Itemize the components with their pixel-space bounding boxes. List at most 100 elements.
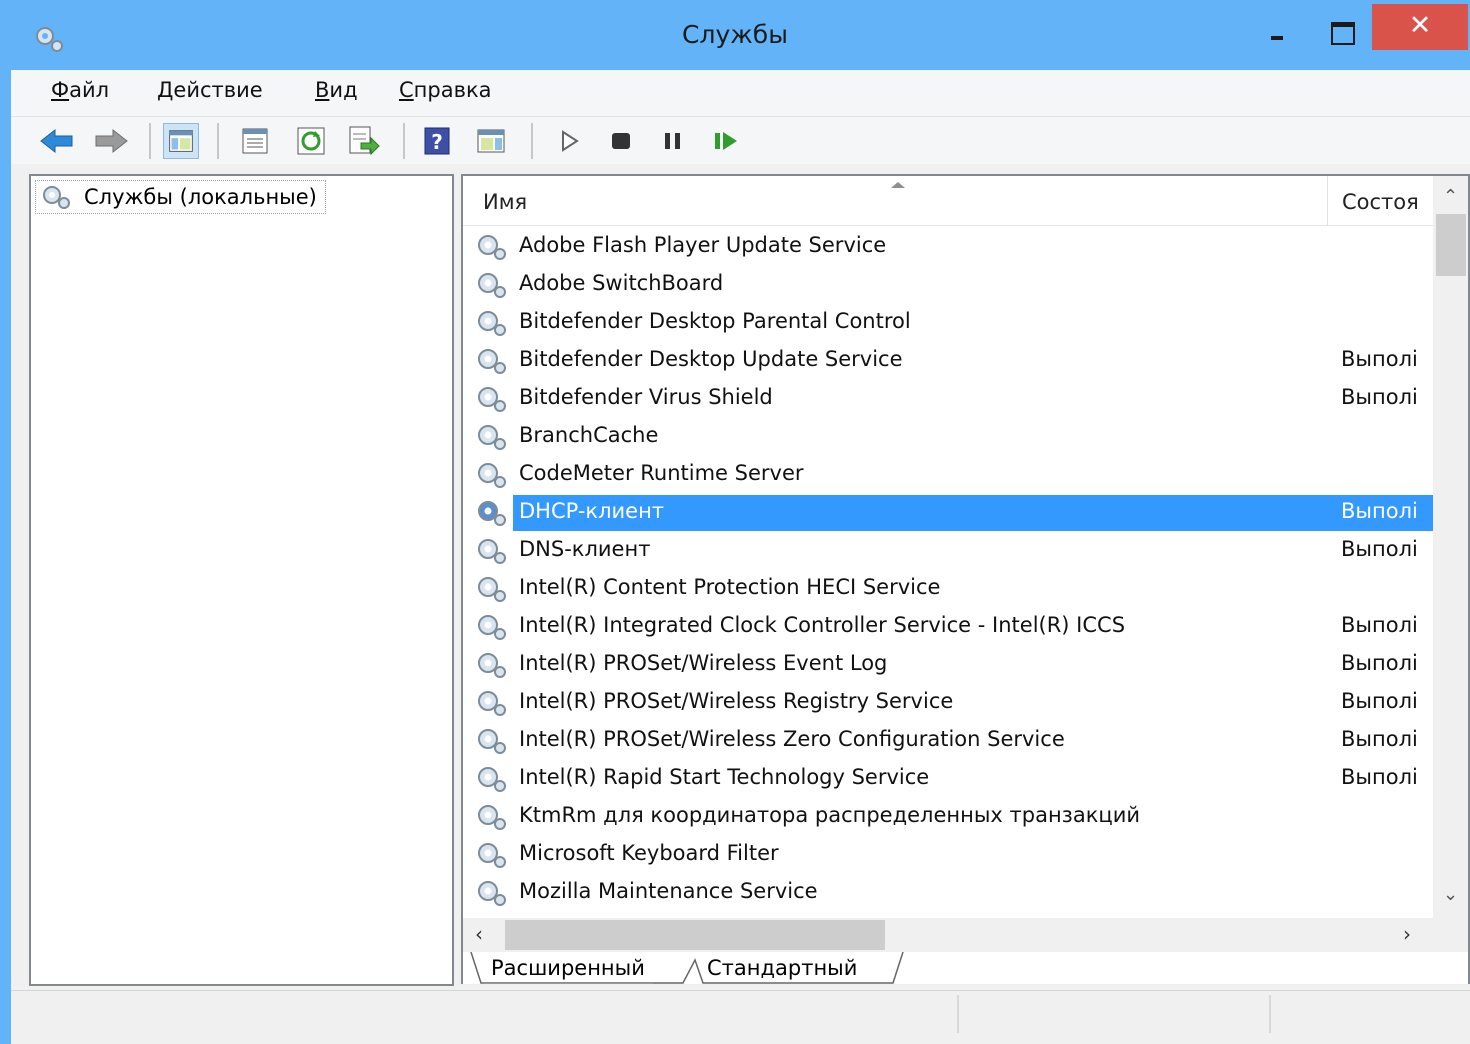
properties-icon[interactable]: [237, 123, 273, 159]
client-area: Файл Действие Вид Справка ? Службы (лока…: [11, 70, 1470, 1044]
column-header-name[interactable]: Имя: [483, 190, 527, 214]
service-row[interactable]: Microsoft Keyboard Filter: [463, 836, 1433, 874]
service-row[interactable]: Adobe Flash Player Update Service: [463, 228, 1433, 266]
service-status: Выполі: [1341, 385, 1418, 409]
stop-service-icon[interactable]: [603, 123, 639, 159]
service-name: Bitdefender Desktop Update Service: [519, 347, 903, 371]
service-status: Выполі: [1341, 537, 1418, 561]
service-name: Intel(R) PROSet/Wireless Zero Configurat…: [519, 727, 1065, 751]
service-row[interactable]: Mozilla Maintenance Service: [463, 874, 1433, 912]
maximize-button[interactable]: [1318, 10, 1368, 48]
close-button[interactable]: ✕: [1372, 4, 1468, 50]
service-name: Mozilla Maintenance Service: [519, 879, 818, 903]
service-name: Intel(R) PROSet/Wireless Registry Servic…: [519, 689, 954, 713]
service-gear-icon: [475, 384, 509, 418]
service-gear-icon: [475, 536, 509, 570]
service-row[interactable]: Intel(R) PROSet/Wireless Event Log Выполі: [463, 646, 1433, 684]
service-row[interactable]: Bitdefender Desktop Parental Control: [463, 304, 1433, 342]
service-row[interactable]: Intel(R) PROSet/Wireless Registry Servic…: [463, 684, 1433, 722]
service-name: Bitdefender Desktop Parental Control: [519, 309, 911, 333]
refresh-icon[interactable]: [293, 123, 329, 159]
service-row[interactable]: KtmRm для координатора распределенных тр…: [463, 798, 1433, 836]
horizontal-scroll-thumb[interactable]: [505, 920, 885, 950]
scroll-down-icon[interactable]: ⌄: [1433, 884, 1468, 905]
service-gear-icon: [475, 612, 509, 646]
export-list-icon[interactable]: [345, 123, 381, 159]
service-gear-icon: [475, 802, 509, 836]
service-status: Выполі: [1341, 613, 1418, 637]
tab-standard[interactable]: Стандартный: [699, 954, 865, 984]
scroll-up-icon[interactable]: ⌃: [1433, 186, 1468, 207]
service-row[interactable]: Intel(R) PROSet/Wireless Zero Configurat…: [463, 722, 1433, 760]
services-list: Adobe Flash Player Update Service Adobe S…: [463, 228, 1433, 918]
svg-text:?: ?: [431, 130, 443, 154]
service-gear-icon: [475, 346, 509, 380]
menu-help[interactable]: Справка: [399, 78, 492, 102]
service-row[interactable]: Intel(R) Rapid Start Technology Service В…: [463, 760, 1433, 798]
service-name: Bitdefender Virus Shield: [519, 385, 773, 409]
title-bar[interactable]: Службы ✕: [0, 0, 1470, 70]
service-gear-icon: [475, 460, 509, 494]
menu-action[interactable]: Действие: [157, 78, 263, 102]
service-gear-icon: [475, 878, 509, 912]
vertical-scrollbar[interactable]: ⌃ ⌄: [1433, 176, 1468, 918]
service-status: Выполі: [1341, 689, 1418, 713]
tree-item-label: Службы (локальные): [84, 185, 317, 209]
console-tree-pane: Службы (локальные): [29, 174, 454, 986]
service-row[interactable]: CodeMeter Runtime Server: [463, 456, 1433, 494]
service-name: KtmRm для координатора распределенных тр…: [519, 803, 1140, 827]
scroll-left-icon[interactable]: ‹: [475, 922, 483, 946]
service-gear-icon: [475, 650, 509, 684]
restart-service-icon[interactable]: [707, 123, 743, 159]
service-name: DHCP-клиент: [519, 499, 665, 523]
close-icon: ✕: [1408, 10, 1432, 41]
toolbar: ?: [11, 116, 1470, 164]
service-gear-icon: [475, 232, 509, 266]
service-name: Intel(R) Rapid Start Technology Service: [519, 765, 930, 789]
service-row[interactable]: Intel(R) Content Protection HECI Service: [463, 570, 1433, 608]
service-gear-icon: [475, 726, 509, 760]
service-row[interactable]: Bitdefender Virus Shield Выполі: [463, 380, 1433, 418]
back-arrow-icon[interactable]: [39, 123, 75, 159]
forward-arrow-icon[interactable]: [93, 123, 129, 159]
service-gear-icon: [475, 422, 509, 456]
pause-service-icon[interactable]: [655, 123, 691, 159]
minimize-button[interactable]: [1258, 10, 1308, 48]
toolbar-separator: [149, 123, 151, 159]
service-status: Выполі: [1341, 727, 1418, 751]
service-name: Adobe SwitchBoard: [519, 271, 724, 295]
menu-view[interactable]: Вид: [315, 78, 358, 102]
start-service-icon[interactable]: [551, 123, 587, 159]
scroll-right-icon[interactable]: ›: [1403, 922, 1411, 946]
service-name: Microsoft Keyboard Filter: [519, 841, 779, 865]
menu-file[interactable]: Файл: [51, 78, 109, 102]
list-header: Имя Состоя: [463, 176, 1433, 226]
vertical-scroll-thumb[interactable]: [1436, 214, 1466, 276]
service-row[interactable]: DHCP-клиент Выполі: [463, 494, 1433, 532]
service-gear-icon: [475, 840, 509, 874]
service-gear-icon: [475, 308, 509, 342]
services-gear-icon: [43, 186, 70, 209]
service-row[interactable]: DNS-клиент Выполі: [463, 532, 1433, 570]
status-bar-divider: [1269, 995, 1271, 1033]
service-name: Intel(R) Content Protection HECI Service: [519, 575, 941, 599]
service-name: Intel(R) Integrated Clock Controller Ser…: [519, 613, 1126, 637]
toolbar-separator: [217, 123, 219, 159]
tree-item-services-local[interactable]: Службы (локальные): [35, 180, 326, 214]
service-name: DNS-клиент: [519, 537, 651, 561]
tab-extended[interactable]: Расширенный: [483, 954, 653, 984]
show-hide-console-tree-icon[interactable]: [163, 123, 199, 159]
service-row[interactable]: Intel(R) Integrated Clock Controller Ser…: [463, 608, 1433, 646]
service-row[interactable]: Adobe SwitchBoard: [463, 266, 1433, 304]
service-row[interactable]: BranchCache: [463, 418, 1433, 456]
services-window: Службы ✕ Файл Действие Вид Справка ? Слу…: [0, 0, 1470, 1044]
service-row[interactable]: Bitdefender Desktop Update Service Выполі: [463, 342, 1433, 380]
show-action-pane-icon[interactable]: [473, 123, 509, 159]
column-header-status[interactable]: Состоя: [1327, 176, 1433, 226]
service-name: Adobe Flash Player Update Service: [519, 233, 887, 257]
service-name: Intel(R) PROSet/Wireless Event Log: [519, 651, 888, 675]
service-status: Выполі: [1341, 651, 1418, 675]
toolbar-separator: [531, 123, 533, 159]
help-icon[interactable]: ?: [419, 123, 455, 159]
horizontal-scrollbar[interactable]: ‹ ›: [463, 918, 1468, 952]
